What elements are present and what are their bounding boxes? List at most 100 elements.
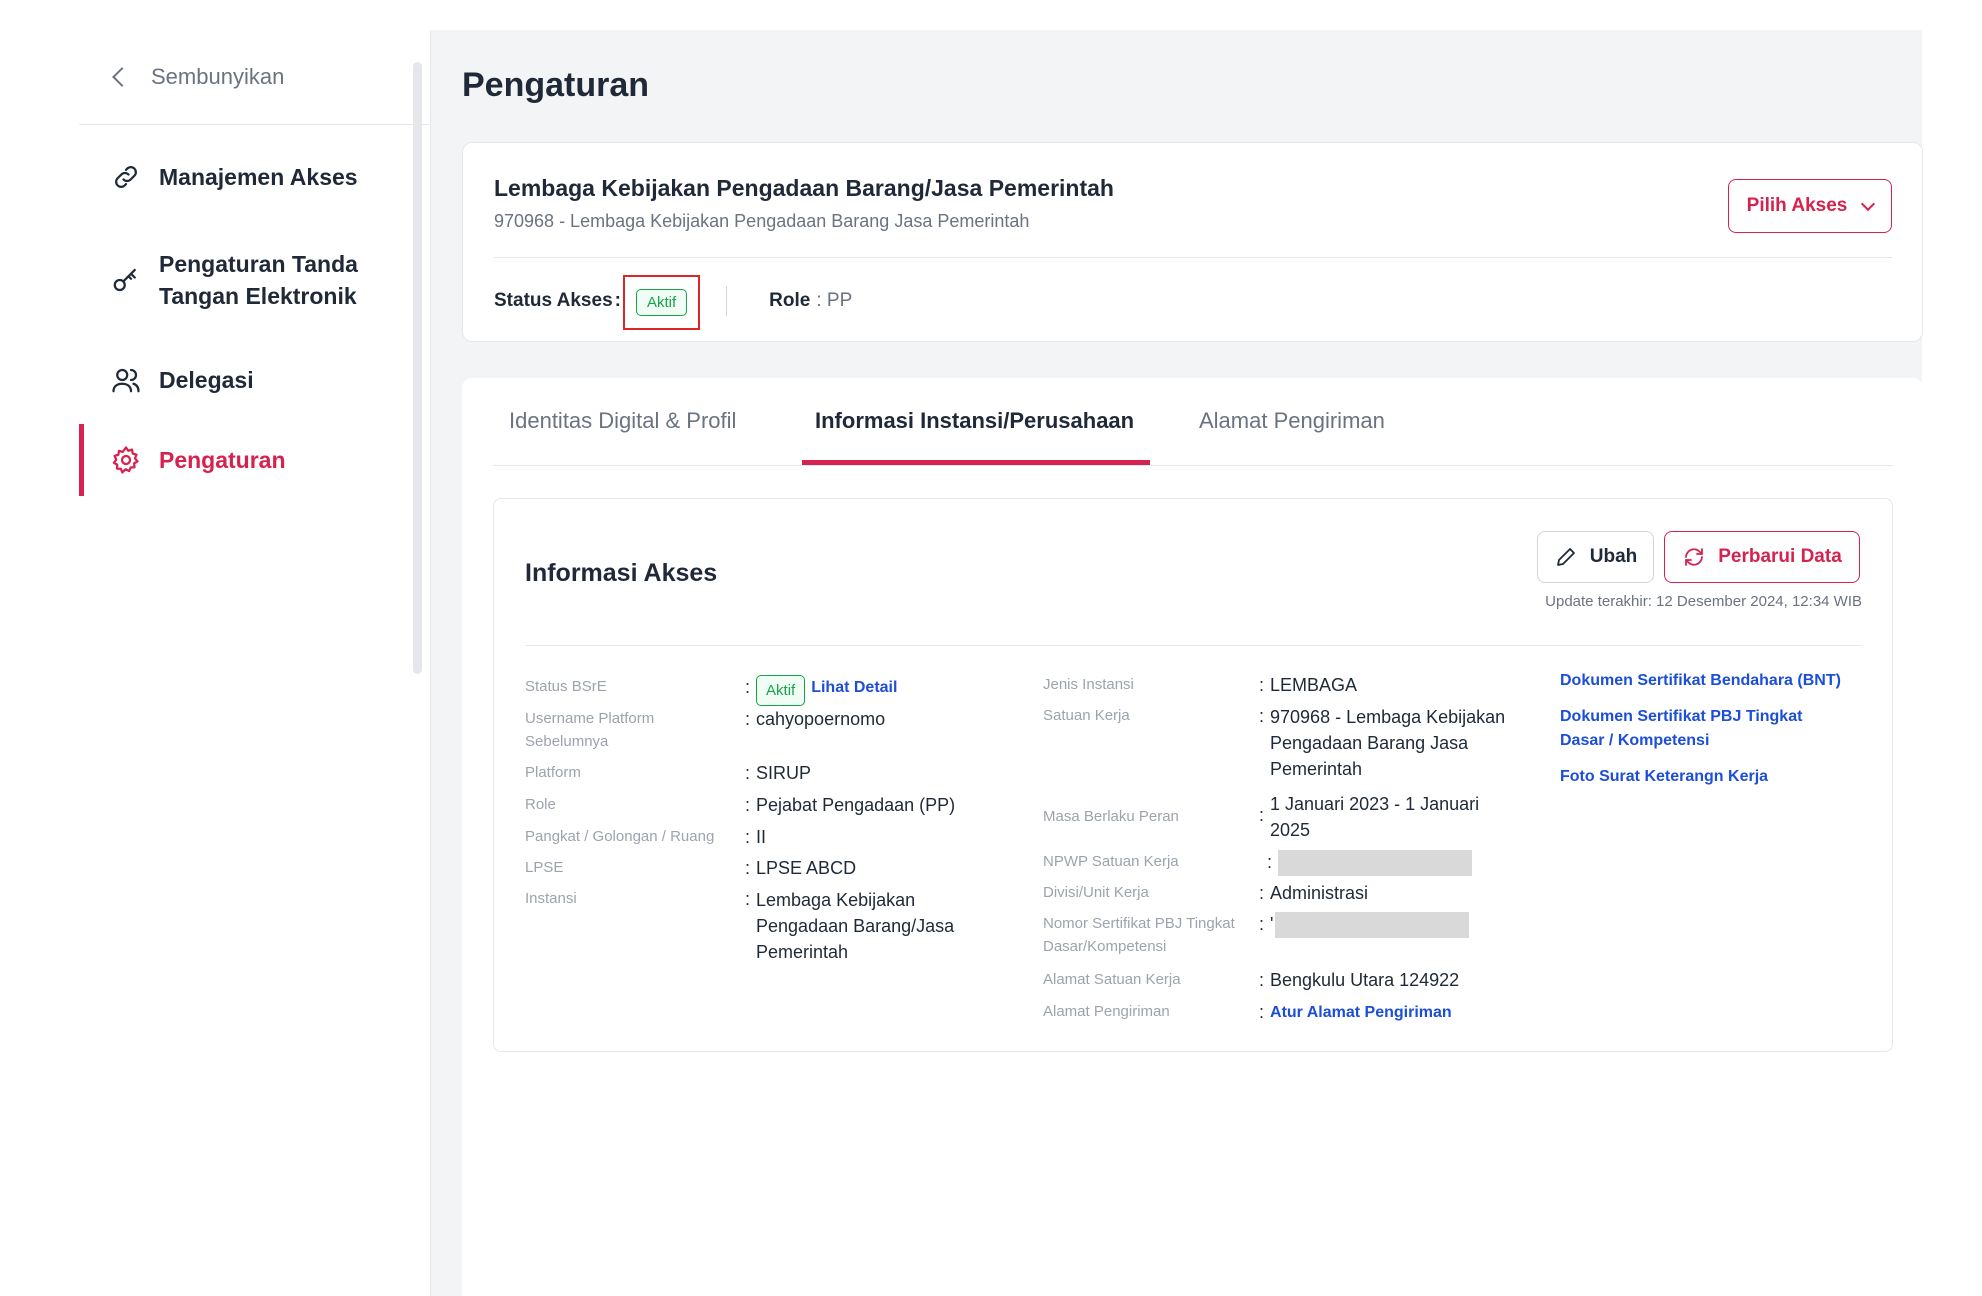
field-username-platform: Username Platform Sebelumnya : cahyopoer… [525,707,885,753]
status-row: Status Akses : Aktif Role : PP [494,274,853,330]
field-jenis-instansi: Jenis Instansi : LEMBAGA [1043,673,1357,698]
doc-link-label: Dasar / Kompetensi [1560,732,1710,749]
field-label: Role [525,796,556,813]
sidebar-item-label: Pengaturan Tanda [159,251,358,277]
field-divisi: Divisi/Unit Kerja : Administrasi [1043,881,1368,906]
field-nomor-sertifikat: Nomor Sertifikat PBJ Tingkat Dasar/Kompe… [1043,912,1470,958]
field-value: Pengadaan Barang/Jasa [756,916,955,936]
field-value: ' [1270,914,1274,934]
tab-identitas-digital[interactable]: Identitas Digital & Profil [509,408,736,466]
users-icon [112,368,140,393]
field-lpse: LPSE : LPSE ABCD [525,856,856,881]
field-colon: : [745,763,751,783]
pencil-icon [1556,548,1575,566]
doc-link-surat-kerja[interactable]: Foto Surat Keterangn Kerja [1560,765,1768,789]
ubah-label: Ubah [1589,546,1638,567]
key-icon [113,268,136,292]
doc-link-pbj[interactable]: Dokumen Sertifikat PBJ Tingkat Dasar / K… [1560,705,1802,753]
field-label: Username Platform [525,710,655,727]
sidebar-item-label: Manajemen Akses [159,163,358,190]
section-title: Informasi Akses [525,559,718,587]
field-colon: : [1267,852,1273,872]
field-label: Masa Berlaku Peran [1043,808,1179,825]
active-tab-indicator [802,460,1150,465]
field-value: Pengadaan Barang Jasa [1270,733,1469,753]
page-title: Pengaturan [462,66,650,104]
doc-link-bnt[interactable]: Dokumen Sertifikat Bendahara (BNT) [1560,669,1841,693]
sidebar-item-manajemen-akses[interactable]: Manajemen Akses [79,150,429,204]
field-label: Sebelumnya [525,733,609,750]
tab-bar: Identitas Digital & Profil Informasi Ins… [493,378,1893,466]
sidebar-item-label: Tangan Elektronik [159,283,357,309]
field-value: II [756,827,767,847]
field-colon: : [745,795,751,815]
vertical-divider [726,286,728,316]
role-label: Role [769,290,811,311]
detail-card: Identitas Digital & Profil Informasi Ins… [462,378,1923,1296]
sidebar: Sembunyikan Manajemen Akses Pengaturan T… [79,30,429,1296]
field-value: SIRUP [756,763,812,783]
field-value: Lembaga Kebijakan [756,890,916,910]
bsre-status-badge: Aktif [756,675,806,706]
pilih-akses-button[interactable]: Pilih Akses [1728,179,1892,233]
field-colon: : [1259,914,1265,934]
field-label: Satuan Kerja [1043,707,1130,724]
field-value: cahyopoernomo [756,709,886,729]
tab-informasi-instansi[interactable]: Informasi Instansi/Perusahaan [815,408,1134,466]
field-label: Nomor Sertifikat PBJ Tingkat [1043,915,1235,932]
sidebar-item-label: Pengaturan [159,446,286,473]
sidebar-scrollbar[interactable] [413,62,422,674]
doc-link-label: Dokumen Sertifikat PBJ Tingkat [1560,708,1803,725]
org-access-card: Lembaga Kebijakan Pengadaan Barang/Jasa … [462,142,1923,342]
gear-icon [112,446,139,474]
field-colon: : [745,709,751,729]
field-label: Dasar/Kompetensi [1043,938,1167,955]
field-value: 2025 [1270,820,1311,840]
role-value: : PP [816,290,853,311]
field-label: Status BSrE [525,678,607,695]
ubah-button[interactable]: Ubah [1537,531,1654,583]
sidebar-item-delegasi[interactable]: Delegasi [79,353,429,407]
field-label: Alamat Pengiriman [1043,1003,1170,1020]
field-label: Pangkat / Golongan / Ruang [525,828,715,845]
field-colon: : [745,827,751,847]
field-colon: : [1259,805,1265,825]
tab-alamat-pengiriman[interactable]: Alamat Pengiriman [1199,408,1385,466]
informasi-akses-card: Informasi Akses Ubah Perbarui Data Updat… [493,498,1893,1052]
field-value: Pejabat Pengadaan (PP) [756,795,956,815]
field-platform: Platform : SIRUP [525,761,811,786]
field-value: Pemerintah [756,942,849,962]
sidebar-hide-label: Sembunyikan [151,64,285,89]
field-satuan-kerja: Satuan Kerja : 970968 - Lembaga Kebijaka… [1043,704,1505,782]
divider [494,257,1892,258]
sidebar-item-pengaturan[interactable]: Pengaturan [79,424,429,496]
divider [525,645,1862,646]
last-update-text: Update terakhir: 12 Desember 2024, 12:34… [1545,593,1862,610]
field-status-bsre: Status BSrE : Aktif Lihat Detail [525,675,897,706]
lihat-detail-link[interactable]: Lihat Detail [811,675,897,706]
field-label: Jenis Instansi [1043,676,1134,693]
field-alamat-satuan-kerja: Alamat Satuan Kerja : Bengkulu Utara 124… [1043,968,1459,993]
field-value: 1 Januari 2023 - 1 Januari [1270,794,1480,814]
chevron-left-icon [112,67,132,87]
field-colon: : [745,677,751,697]
field-alamat-pengiriman: Alamat Pengiriman : Atur Alamat Pengirim… [1043,1000,1452,1025]
refresh-icon [1685,548,1704,566]
sidebar-item-label: Delegasi [159,366,254,393]
atur-alamat-link[interactable]: Atur Alamat Pengiriman [1270,1000,1452,1025]
field-colon: : [1259,883,1265,903]
sidebar-hide-toggle[interactable]: Sembunyikan [79,30,429,125]
field-colon: : [1259,675,1265,695]
field-value: LEMBAGA [1270,675,1358,695]
link-icon [115,166,137,188]
field-value: Bengkulu Utara 124922 [1270,970,1460,990]
status-colon: : [614,290,621,311]
status-highlight-box: Aktif [622,274,701,330]
field-label: Alamat Satuan Kerja [1043,971,1181,988]
field-role: Role : Pejabat Pengadaan (PP) [525,793,955,818]
perbarui-data-button[interactable]: Perbarui Data [1664,531,1860,583]
field-instansi: Instansi : Lembaga Kebijakan Pengadaan B… [525,887,954,965]
field-value: 970968 - Lembaga Kebijakan [1270,707,1506,727]
sidebar-item-pengaturan-tte[interactable]: Pengaturan Tanda Tangan Elektronik [79,238,429,322]
field-colon: : [745,889,751,909]
